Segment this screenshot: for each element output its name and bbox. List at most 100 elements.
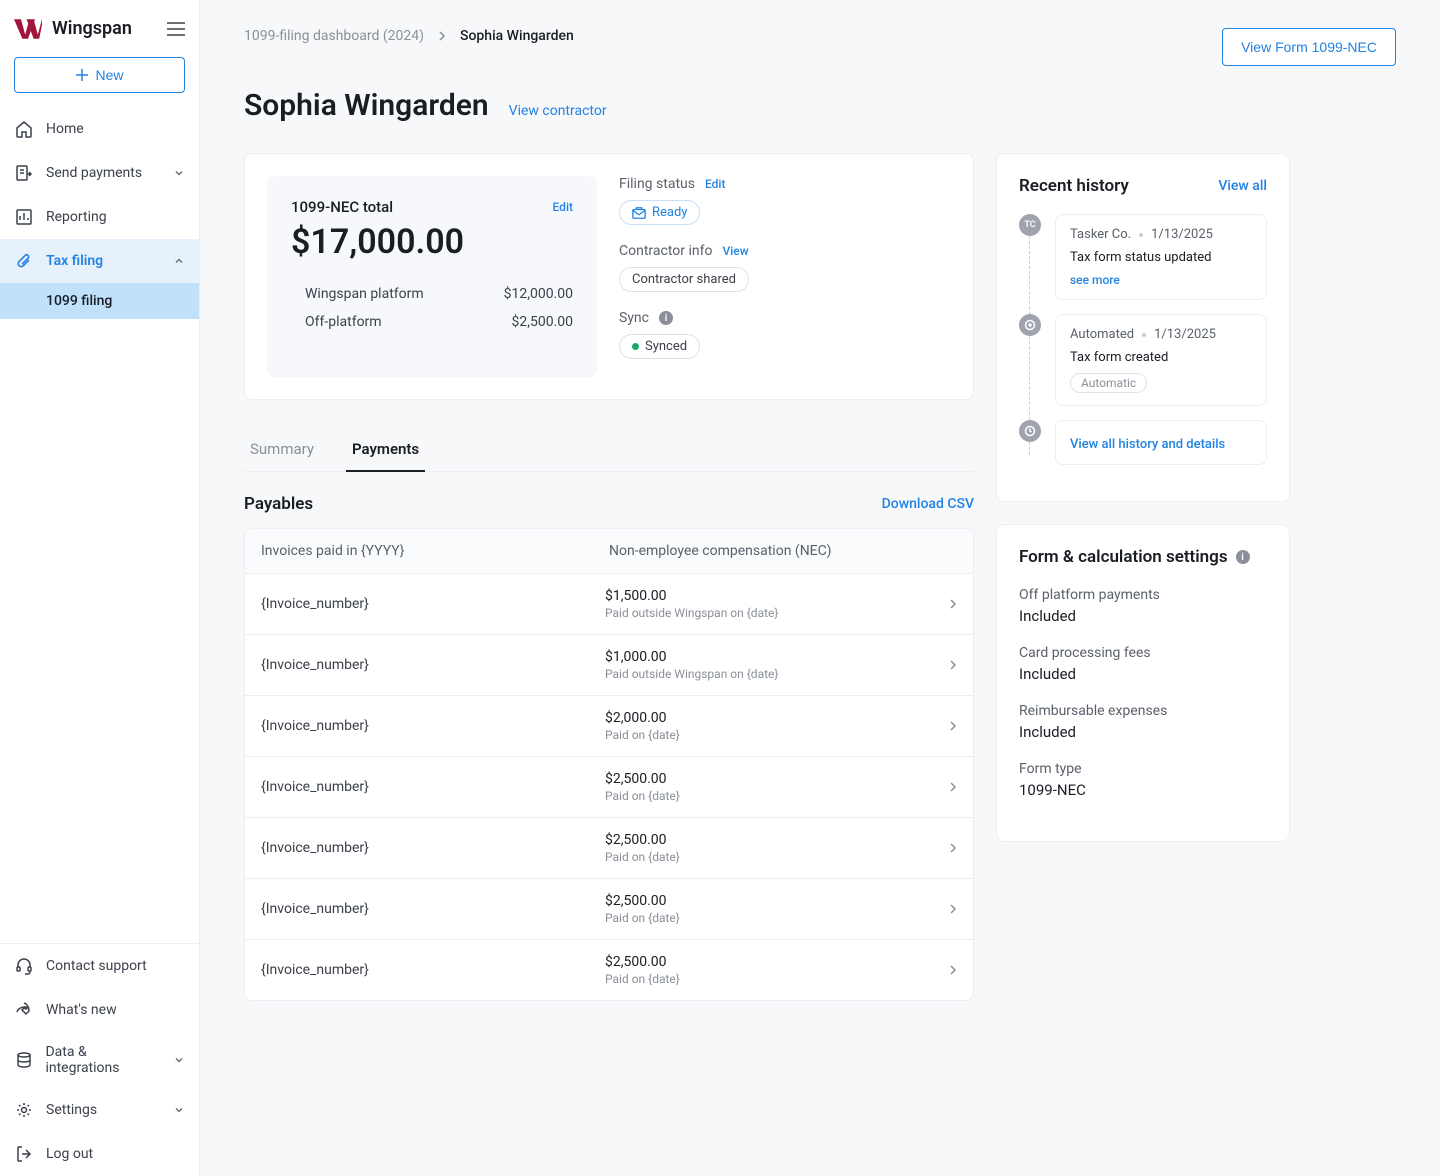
invoice-number: {Invoice_number} <box>261 779 605 795</box>
sidebar-item-data-integrations[interactable]: Data & integrations <box>0 1032 199 1088</box>
setting-value: Included <box>1019 723 1267 741</box>
new-button[interactable]: New <box>14 57 185 93</box>
timeline-clock-icon <box>1019 420 1041 442</box>
edit-total-link[interactable]: Edit <box>553 200 573 214</box>
row-amount: $2,500.00 <box>605 771 949 787</box>
timeline-item: View all history and details <box>1019 420 1267 465</box>
edit-filing-link[interactable]: Edit <box>705 177 725 191</box>
view-contractor-info-link[interactable]: View <box>722 244 748 258</box>
row-sub: Paid outside Wingspan on {date} <box>605 667 949 681</box>
invoice-number: {Invoice_number} <box>261 596 605 612</box>
tab-payments[interactable]: Payments <box>346 428 425 472</box>
sidebar-item-label: Contact support <box>46 958 147 974</box>
row-amount: $2,000.00 <box>605 710 949 726</box>
download-csv-link[interactable]: Download CSV <box>882 496 974 512</box>
total-row-off-platform: Off-platform $2,500.00 <box>291 308 573 336</box>
row-sub: Paid on {date} <box>605 911 949 925</box>
contractor-info-pill: Contractor shared <box>619 267 749 292</box>
menu-icon[interactable] <box>167 22 185 36</box>
col-invoices: Invoices paid in {YYYY} <box>261 543 609 559</box>
table-row[interactable]: {Invoice_number} $2,000.00 Paid on {date… <box>245 695 973 756</box>
see-more-link[interactable]: see more <box>1070 273 1120 287</box>
setting-row: Form type 1099-NEC <box>1019 761 1267 799</box>
tab-summary[interactable]: Summary <box>244 428 320 471</box>
sidebar-item-home[interactable]: Home <box>0 107 199 151</box>
timeline: TC Tasker Co. 1/13/2025 Tax form status … <box>1019 214 1267 465</box>
logout-icon <box>14 1144 34 1164</box>
sidebar-item-contact-support[interactable]: Contact support <box>0 944 199 988</box>
chevron-right-icon <box>949 598 957 610</box>
view-form-button[interactable]: View Form 1099-NEC <box>1222 28 1396 66</box>
attachment-icon <box>14 251 34 271</box>
table-row[interactable]: {Invoice_number} $1,000.00 Paid outside … <box>245 634 973 695</box>
sidebar-item-label: What's new <box>46 1002 117 1018</box>
timeline-view-all-card[interactable]: View all history and details <box>1055 420 1267 465</box>
info-icon[interactable]: i <box>659 311 673 325</box>
sidebar-item-settings[interactable]: Settings <box>0 1088 199 1132</box>
setting-row: Reimbursable expenses Included <box>1019 703 1267 741</box>
invoice-number: {Invoice_number} <box>261 840 605 856</box>
invoice-number: {Invoice_number} <box>261 901 605 917</box>
status-column: Filing status Edit Ready Contractor info… <box>619 176 951 377</box>
invoice-number: {Invoice_number} <box>261 718 605 734</box>
settings-card: Form & calculation settings i Off platfo… <box>996 524 1290 842</box>
rocket-icon <box>14 1000 34 1020</box>
sidebar-item-send-payments[interactable]: Send payments <box>0 151 199 195</box>
table-head: Invoices paid in {YYYY} Non-employee com… <box>245 529 973 573</box>
row-amount: $2,500.00 <box>605 832 949 848</box>
sidebar-item-reporting[interactable]: Reporting <box>0 195 199 239</box>
sidebar-item-label: Settings <box>46 1102 97 1118</box>
payables-table: Invoices paid in {YYYY} Non-employee com… <box>244 528 974 1001</box>
page-title: Sophia Wingarden <box>244 88 489 123</box>
setting-row: Card processing fees Included <box>1019 645 1267 683</box>
chevron-right-icon <box>949 842 957 854</box>
sidebar-item-1099-filing[interactable]: 1099 filing <box>0 283 199 319</box>
table-row[interactable]: {Invoice_number} $2,500.00 Paid on {date… <box>245 878 973 939</box>
col-nec: Non-employee compensation (NEC) <box>609 543 957 559</box>
logo-mark-icon <box>14 19 42 39</box>
filing-status-value: Ready <box>652 205 687 220</box>
history-card: Recent history View all TC Tasker Co. 1/… <box>996 153 1290 502</box>
view-all-history-details-link[interactable]: View all history and details <box>1070 437 1225 452</box>
filing-status-group: Filing status Edit Ready <box>619 176 951 225</box>
chevron-down-icon <box>173 1104 185 1116</box>
info-icon[interactable]: i <box>1236 550 1250 564</box>
view-all-history-link[interactable]: View all <box>1218 178 1267 194</box>
chevron-right-icon <box>949 720 957 732</box>
sidebar-item-label: Data & integrations <box>45 1044 161 1076</box>
payables-title: Payables <box>244 494 313 514</box>
total-row-label: Wingspan platform <box>305 286 424 302</box>
setting-label: Form type <box>1019 761 1267 777</box>
sidebar-item-log-out[interactable]: Log out <box>0 1132 199 1176</box>
row-sub: Paid on {date} <box>605 850 949 864</box>
chevron-right-icon <box>949 781 957 793</box>
view-contractor-link[interactable]: View contractor <box>509 103 607 119</box>
total-box: 1099-NEC total Edit $17,000.00 Wingspan … <box>267 176 597 377</box>
table-row[interactable]: {Invoice_number} $2,500.00 Paid on {date… <box>245 939 973 1000</box>
total-amount: $17,000.00 <box>291 222 573 262</box>
setting-value: Included <box>1019 665 1267 683</box>
breadcrumb-root[interactable]: 1099-filing dashboard (2024) <box>244 28 424 44</box>
main: 1099-filing dashboard (2024) Sophia Wing… <box>200 0 1440 1176</box>
sidebar-item-whats-new[interactable]: What's new <box>0 988 199 1032</box>
contractor-info-label: Contractor info <box>619 243 712 259</box>
total-label: 1099-NEC total <box>291 198 393 216</box>
timeline-item: TC Tasker Co. 1/13/2025 Tax form status … <box>1019 214 1267 300</box>
row-amount: $2,500.00 <box>605 954 949 970</box>
row-sub: Paid on {date} <box>605 728 949 742</box>
table-row[interactable]: {Invoice_number} $1,500.00 Paid outside … <box>245 573 973 634</box>
sidebar-header: Wingspan <box>0 0 199 57</box>
timeline-date: 1/13/2025 <box>1151 227 1213 242</box>
sidebar-item-label: Send payments <box>46 165 142 181</box>
total-row-platform: Wingspan platform $12,000.00 <box>291 280 573 308</box>
breadcrumb-current: Sophia Wingarden <box>460 28 574 44</box>
chevron-right-icon <box>949 903 957 915</box>
table-row[interactable]: {Invoice_number} $2,500.00 Paid on {date… <box>245 817 973 878</box>
setting-label: Card processing fees <box>1019 645 1267 661</box>
contractor-info-group: Contractor info View Contractor shared <box>619 243 951 292</box>
home-icon <box>14 119 34 139</box>
sidebar-item-label: Log out <box>46 1146 93 1162</box>
row-sub: Paid outside Wingspan on {date} <box>605 606 949 620</box>
table-row[interactable]: {Invoice_number} $2,500.00 Paid on {date… <box>245 756 973 817</box>
sidebar-item-tax-filing[interactable]: Tax filing <box>0 239 199 283</box>
